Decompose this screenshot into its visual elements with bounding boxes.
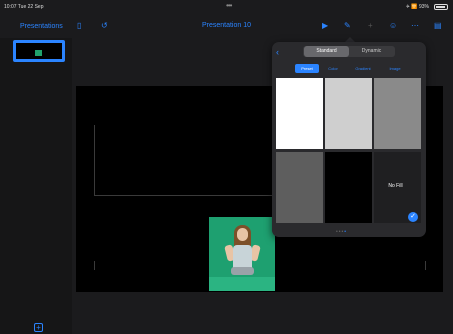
swatch-white[interactable]: [276, 78, 323, 149]
swatch-dark-gray[interactable]: [276, 152, 323, 223]
style-segmented-control: Standard Dynamic: [303, 46, 395, 57]
battery-icon: [434, 4, 448, 10]
tab-image[interactable]: Image: [383, 64, 407, 73]
segment-dynamic[interactable]: Dynamic: [349, 46, 394, 57]
add-slide-button[interactable]: +: [34, 323, 43, 332]
slides-icon[interactable]: ▯: [77, 21, 81, 30]
tab-gradient[interactable]: Gradient: [349, 64, 377, 73]
page-dot[interactable]: •: [344, 229, 347, 235]
thumbnail-photo: [35, 50, 42, 56]
tab-color[interactable]: Color: [323, 64, 343, 73]
segment-standard[interactable]: Standard: [304, 46, 349, 57]
page-indicator[interactable]: ••••: [336, 229, 347, 235]
slide-photo[interactable]: [209, 217, 275, 291]
add-icon[interactable]: +: [368, 21, 373, 30]
status-time: 10:07 Tue 22 Sep: [4, 4, 44, 10]
swatch-mid-gray[interactable]: [374, 78, 421, 149]
collaborate-icon[interactable]: ☺: [389, 21, 397, 30]
undo-icon[interactable]: ↺: [101, 21, 108, 30]
document-title: Presentation 10: [201, 22, 252, 29]
photo-legs: [231, 267, 254, 275]
checkmark-icon: ✓: [408, 212, 418, 222]
more-icon[interactable]: ⋯: [411, 21, 419, 30]
format-brush-icon[interactable]: ✎: [344, 21, 351, 30]
status-icons: ✈ 🛜 93%: [405, 4, 429, 10]
presentations-back-button[interactable]: Presentations: [20, 23, 63, 30]
slide-thumbnail-1[interactable]: [13, 40, 65, 62]
slide-navigator: [0, 38, 72, 334]
swatch-light-gray[interactable]: [325, 78, 372, 149]
swatch-black[interactable]: [325, 152, 372, 223]
toolbar: Presentations ▯ ↺ Presentation 10 ▶ ✎ + …: [0, 14, 453, 38]
chevron-left-icon[interactable]: ‹: [276, 47, 279, 57]
photo-floor: [209, 277, 275, 291]
document-icon[interactable]: ▤: [434, 21, 442, 30]
multitask-dots[interactable]: •••: [226, 1, 232, 10]
no-fill-label: No Fill: [388, 183, 403, 189]
fill-tabs: Preset Color Gradient Image: [293, 64, 413, 73]
play-icon[interactable]: ▶: [322, 21, 328, 30]
status-bar: 10:07 Tue 22 Sep ••• ✈ 🛜 93%: [0, 0, 453, 14]
photo-head: [237, 228, 248, 241]
tab-preset[interactable]: Preset: [295, 64, 319, 73]
